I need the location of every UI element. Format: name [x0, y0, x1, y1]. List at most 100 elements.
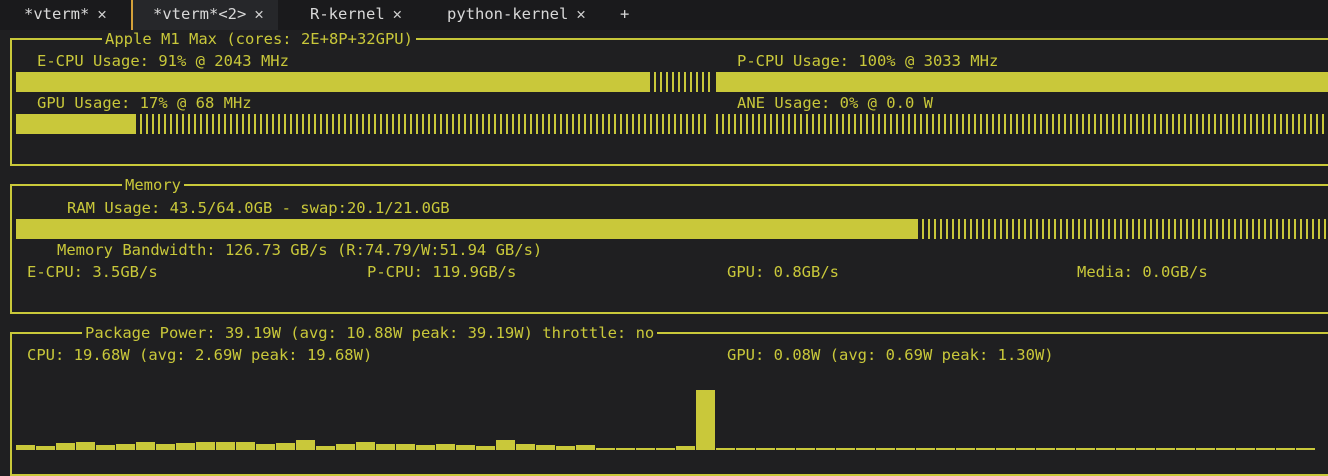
- gauge-fill: [16, 72, 648, 92]
- power-history-bar: [976, 448, 995, 450]
- media-bandwidth: Media: 0.0GB/s: [1077, 263, 1208, 281]
- power-history-bar: [1176, 448, 1195, 450]
- power-history-bar: [376, 444, 395, 450]
- power-history-bar: [96, 445, 115, 450]
- power-history-bar: [16, 445, 35, 450]
- ram-usage-gauge: [16, 219, 1328, 239]
- power-history-bar: [396, 444, 415, 450]
- power-history-bar: [1276, 448, 1295, 450]
- gpu-usage-label: GPU Usage: 17% @ 68 MHz: [37, 94, 252, 112]
- power-history-bar: [876, 448, 895, 450]
- cpu-panel: Apple M1 Max (cores: 2E+8P+32GPU) E-CPU …: [10, 30, 1328, 166]
- power-history-bar: [36, 446, 55, 450]
- power-history-bar: [836, 448, 855, 450]
- power-history-bar: [256, 444, 275, 450]
- power-panel: Package Power: 39.19W (avg: 10.88W peak:…: [10, 324, 1328, 476]
- power-history-bar: [76, 442, 95, 450]
- power-panel-title: Package Power: 39.19W (avg: 10.88W peak:…: [82, 324, 658, 342]
- tab-vterm[interactable]: *vterm* ✕: [24, 0, 107, 30]
- power-history-bar: [1096, 448, 1115, 450]
- gauge-remainder: [134, 114, 710, 134]
- cpu-panel-title: Apple M1 Max (cores: 2E+8P+32GPU): [102, 30, 416, 48]
- power-history-bar: [1076, 448, 1095, 450]
- power-history-bar: [616, 448, 635, 450]
- tab-vterm-2[interactable]: *vterm*<2> ✕: [131, 0, 278, 30]
- pcpu-usage-label: P-CPU Usage: 100% @ 3033 MHz: [737, 52, 999, 70]
- gpu-usage-gauge: [16, 114, 710, 134]
- power-history-bar: [56, 443, 75, 450]
- power-history-bar: [656, 448, 675, 450]
- power-history-bar: [956, 448, 975, 450]
- power-history-bar: [196, 442, 215, 450]
- ecpu-usage-gauge: [16, 72, 710, 92]
- power-history-bar: [136, 442, 155, 450]
- new-tab-button[interactable]: +: [620, 0, 629, 28]
- power-history-bar: [516, 444, 535, 450]
- tab-label: python-kernel: [447, 5, 569, 23]
- close-icon[interactable]: ✕: [97, 5, 106, 23]
- gauge-fill: [716, 72, 1328, 92]
- pcpu-bandwidth: P-CPU: 119.9GB/s: [367, 263, 517, 281]
- tab-r-kernel[interactable]: R-kernel ✕: [310, 0, 402, 30]
- power-history-bar: [156, 444, 175, 450]
- power-history-bar: [716, 448, 735, 450]
- power-history-bar: [1296, 448, 1315, 450]
- power-history-bar: [496, 440, 515, 450]
- power-history-bar: [916, 448, 935, 450]
- tab-label: *vterm*: [24, 5, 90, 23]
- power-history-bar: [1016, 448, 1035, 450]
- close-icon[interactable]: ✕: [393, 5, 402, 23]
- power-history-bar: [1236, 448, 1255, 450]
- gpu-power-label: GPU: 0.08W (avg: 0.69W peak: 1.30W): [727, 346, 1054, 364]
- memory-panel-title: Memory: [122, 176, 184, 194]
- cpu-power-label: CPU: 19.68W (avg: 2.69W peak: 19.68W): [27, 346, 373, 364]
- power-history-bar: [576, 445, 595, 450]
- ecpu-bandwidth: E-CPU: 3.5GB/s: [27, 263, 158, 281]
- power-history-bar: [856, 448, 875, 450]
- tab-label: *vterm*<2>: [153, 5, 247, 23]
- power-history-bar: [456, 445, 475, 450]
- power-history-bar: [536, 445, 555, 450]
- power-history-bar: [736, 448, 755, 450]
- close-icon[interactable]: ✕: [576, 5, 585, 23]
- power-history-bar: [676, 446, 695, 450]
- power-history-bar: [996, 448, 1015, 450]
- power-history-bar: [1136, 448, 1155, 450]
- power-history-bar: [556, 446, 575, 450]
- power-history-bar: [1056, 448, 1075, 450]
- memory-panel: Memory RAM Usage: 43.5/64.0GB - swap:20.…: [10, 176, 1328, 314]
- gauge-remainder: [916, 219, 1328, 239]
- tab-python-kernel[interactable]: python-kernel ✕: [447, 0, 586, 30]
- power-history-bar: [776, 448, 795, 450]
- power-history-bar: [756, 448, 775, 450]
- power-history-bar: [416, 445, 435, 450]
- power-history-sparkline: [16, 376, 1328, 450]
- power-history-bar: [1216, 448, 1235, 450]
- gauge-remainder: [648, 72, 710, 92]
- ane-usage-label: ANE Usage: 0% @ 0.0 W: [737, 94, 933, 112]
- power-history-bar: [216, 442, 235, 450]
- power-history-bar: [176, 443, 195, 450]
- ram-usage-label: RAM Usage: 43.5/64.0GB - swap:20.1/21.0G…: [67, 199, 450, 217]
- power-history-bar: [296, 440, 315, 450]
- power-history-bar: [436, 444, 455, 450]
- power-history-bar: [1196, 448, 1215, 450]
- power-history-bar: [896, 448, 915, 450]
- power-history-bar: [936, 448, 955, 450]
- power-history-bar: [336, 444, 355, 450]
- power-history-bar: [276, 443, 295, 450]
- close-icon[interactable]: ✕: [254, 5, 263, 23]
- power-history-bar: [636, 448, 655, 450]
- memory-bandwidth-label: Memory Bandwidth: 126.73 GB/s (R:74.79/W…: [57, 241, 543, 259]
- power-history-bar: [596, 448, 615, 450]
- power-history-bar: [356, 442, 375, 450]
- power-history-bar: [116, 444, 135, 450]
- tab-bar: *vterm* ✕ *vterm*<2> ✕ R-kernel ✕ python-ke…: [0, 0, 1328, 30]
- power-history-bar: [1156, 448, 1175, 450]
- power-history-bar: [236, 442, 255, 450]
- ane-usage-gauge: [716, 114, 1328, 134]
- tab-label: R-kernel: [310, 5, 385, 23]
- ecpu-usage-label: E-CPU Usage: 91% @ 2043 MHz: [37, 52, 289, 70]
- power-history-bar: [696, 390, 715, 450]
- power-history-bar: [1036, 448, 1055, 450]
